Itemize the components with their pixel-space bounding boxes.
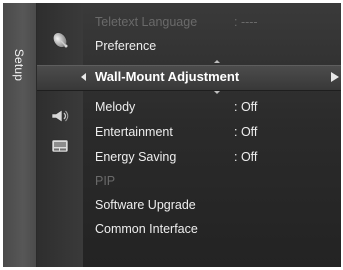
satellite-dish-icon[interactable] <box>49 29 71 49</box>
menu-item-software-upgrade[interactable]: Software Upgrade <box>95 198 196 212</box>
teletext-language-value: : ---- <box>234 15 258 29</box>
menu-item-teletext-language[interactable]: Teletext Language <box>95 15 197 29</box>
menu-item-melody[interactable]: Melody <box>95 100 135 114</box>
scroll-down-indicator-icon <box>214 91 220 94</box>
input-card-icon[interactable] <box>49 135 71 155</box>
menu-item-wall-mount-adjustment[interactable]: Wall-Mount Adjustment <box>95 70 239 84</box>
tv-setup-screen: Setup Teletext Language: ---- Preferenc… <box>0 0 343 270</box>
menu-item-entertainment[interactable]: Entertainment <box>95 125 173 139</box>
section-label: Setup <box>12 48 26 82</box>
menu-item-energy-saving[interactable]: Energy Saving <box>95 150 176 164</box>
nav-icon-column <box>37 3 83 267</box>
submenu-arrow-icon <box>331 72 339 82</box>
menu-item-preference[interactable]: Preference <box>95 39 156 53</box>
osd-menu-panel: Setup Teletext Language: ---- Preferenc… <box>3 3 341 267</box>
selection-pointer <box>81 73 86 81</box>
scroll-up-indicator-icon <box>214 60 220 63</box>
entertainment-value: : Off <box>234 125 258 139</box>
menu-item-common-interface[interactable]: Common Interface <box>95 222 198 236</box>
energy-saving-value: : Off <box>234 150 258 164</box>
menu-item-pip[interactable]: PIP <box>95 174 115 188</box>
melody-value: : Off <box>234 100 258 114</box>
speaker-icon[interactable] <box>49 105 71 125</box>
section-tab: Setup <box>3 3 37 267</box>
